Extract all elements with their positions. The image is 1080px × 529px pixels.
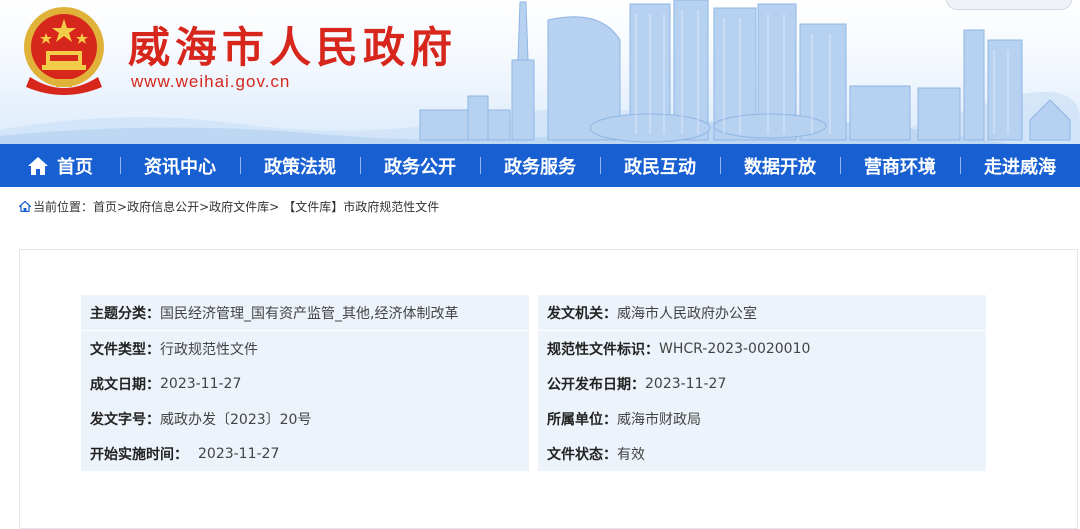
meta-value: 2023-11-27 (645, 375, 727, 392)
meta-value: 威海市财政局 (617, 411, 701, 428)
site-header-banner: 威海市人民政府 www.weihai.gov.cn (0, 0, 1080, 144)
meta-item-topic: 主题分类： 国民经济管理_国有资产监管_其他,经济体制改革 (81, 295, 529, 330)
meta-item-normative-id: 规范性文件标识： WHCR-2023-0020010 (538, 331, 986, 366)
breadcrumb-separator: > (117, 199, 128, 214)
meta-value: WHCR-2023-0020010 (659, 340, 811, 357)
meta-key: 文件状态： (547, 446, 617, 463)
nav-item-business-environment[interactable]: 营商环境 (840, 144, 960, 187)
site-title: 威海市人民政府 (128, 23, 458, 72)
meta-key: 成文日期： (90, 376, 160, 393)
breadcrumb-home[interactable]: 首页 (93, 198, 117, 215)
breadcrumb-separator: > (199, 199, 210, 214)
nav-item-open-data[interactable]: 数据开放 (720, 144, 840, 187)
meta-item-document-type: 文件类型： 行政规范性文件 (81, 331, 529, 366)
breadcrumb-separator: > (269, 199, 280, 214)
nav-item-policies-regulations[interactable]: 政策法规 (240, 144, 360, 187)
meta-value: 2023-11-27 (160, 375, 242, 392)
meta-item-document-status: 文件状态： 有效 (538, 436, 986, 471)
nav-item-home[interactable]: 首页 (0, 144, 120, 187)
national-emblem-logo (24, 7, 104, 95)
breadcrumb-prefix: 当前位置： (33, 200, 94, 214)
main-navigation: 首页 资讯中心 政策法规 政务公开 政务服务 政民互动 数据开放 营商环境 走进… (0, 144, 1080, 187)
meta-value: 国民经济管理_国有资产监管_其他,经济体制改革 (160, 305, 459, 322)
meta-item-document-number: 发文字号： 威政办发〔2023〕20号 (81, 401, 529, 436)
home-icon (28, 156, 48, 175)
meta-item-publish-date: 公开发布日期： 2023-11-27 (538, 366, 986, 401)
nav-item-public-interaction[interactable]: 政民互动 (600, 144, 720, 187)
nav-item-about-weihai[interactable]: 走进威海 (960, 144, 1080, 187)
nav-item-label: 首页 (57, 156, 93, 178)
meta-key: 发文机关： (547, 305, 617, 322)
meta-key: 发文字号： (90, 411, 160, 428)
meta-key: 主题分类： (90, 305, 160, 322)
meta-item-effective-date: 开始实施时间： 2023-11-27 (81, 436, 529, 471)
meta-item-written-date: 成文日期： 2023-11-27 (81, 366, 529, 401)
breadcrumb-info-disclosure[interactable]: 政府信息公开 (127, 198, 199, 215)
breadcrumb-current-category[interactable]: 【文件库】市政府规范性文件 (283, 198, 439, 215)
nav-item-government-disclosure[interactable]: 政务公开 (360, 144, 480, 187)
meta-value: 2023-11-27 (198, 445, 280, 462)
meta-key: 公开发布日期： (547, 376, 645, 393)
meta-value: 有效 (617, 446, 645, 463)
meta-key: 开始实施时间： (90, 446, 188, 463)
meta-value: 行政规范性文件 (160, 341, 258, 358)
meta-item-responsible-unit: 所属单位： 威海市财政局 (538, 401, 986, 436)
meta-item-issuing-authority: 发文机关： 威海市人民政府办公室 (538, 295, 986, 330)
top-search-box[interactable] (946, 0, 1072, 10)
nav-item-news-center[interactable]: 资讯中心 (120, 144, 240, 187)
meta-value: 威海市人民政府办公室 (617, 305, 757, 322)
location-home-icon (19, 201, 31, 212)
meta-key: 文件类型： (90, 341, 160, 358)
breadcrumb: 当前位置： 首页 > 政府信息公开 > 政府文件库 > 【文件库】市政府规范性文… (19, 198, 439, 215)
meta-key: 规范性文件标识： (547, 341, 659, 358)
meta-key: 所属单位： (547, 411, 617, 428)
site-url: www.weihai.gov.cn (131, 72, 291, 91)
breadcrumb-document-library[interactable]: 政府文件库 (209, 198, 269, 215)
nav-item-government-services[interactable]: 政务服务 (480, 144, 600, 187)
meta-value: 威政办发〔2023〕20号 (160, 411, 312, 428)
